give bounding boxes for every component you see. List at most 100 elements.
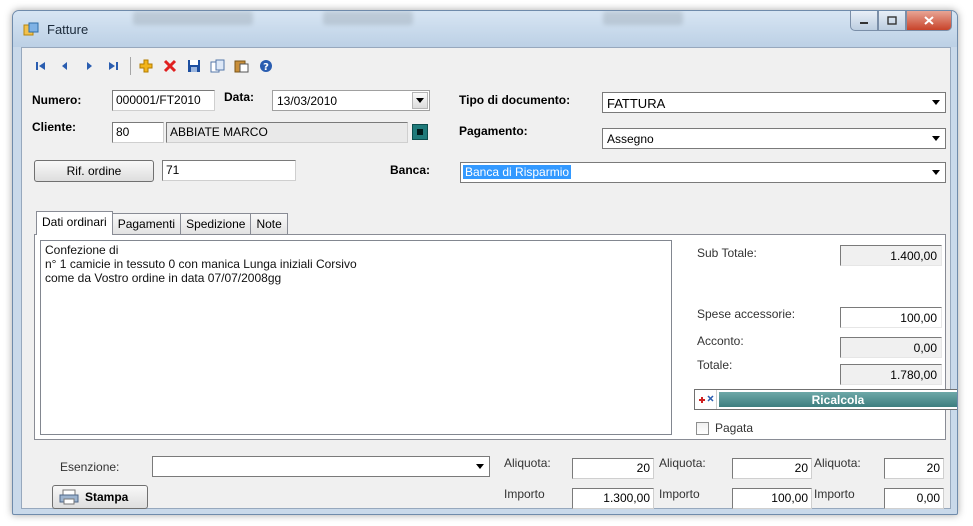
pagamento-value: Assegno (607, 132, 654, 146)
data-picker[interactable]: 13/03/2010 (272, 90, 430, 111)
memo-line: n° 1 camicie in tessuto 0 con manica Lun… (45, 257, 357, 271)
subtotale-label: Sub Totale: (697, 246, 757, 260)
help-icon: ? (260, 60, 272, 73)
next-record-icon (87, 62, 92, 70)
window-title: Fatture (47, 22, 89, 37)
ricalcola-button[interactable]: Ricalcola (694, 389, 957, 410)
rif-ordine-field[interactable]: 71 (162, 160, 296, 181)
form-body: ? Numero: 000001/FT2010 Data: 13/03/2010… (21, 47, 957, 509)
importo-field-2[interactable]: 100,00 (732, 488, 812, 509)
paste-button[interactable] (231, 55, 253, 77)
pagata-checkbox[interactable] (696, 422, 709, 435)
esenzione-label: Esenzione: (60, 460, 120, 474)
close-icon (924, 16, 934, 25)
memo-line: come da Vostro ordine in data 07/07/2008… (45, 271, 282, 285)
blurred-background-strip (133, 11, 253, 25)
totale-label: Totale: (697, 358, 733, 372)
cliente-name-field: ABBIATE MARCO (166, 122, 408, 143)
banca-select[interactable]: Banca di Risparmio (460, 162, 946, 183)
copy-icon (210, 59, 225, 73)
acconto-field: 0,00 (840, 337, 942, 358)
data-label: Data: (224, 90, 255, 104)
stampa-button[interactable]: Stampa (52, 485, 148, 509)
tab-note[interactable]: Note (250, 213, 288, 234)
ricalcola-label: Ricalcola (719, 392, 957, 407)
recalculate-icon (695, 390, 717, 409)
pagata-label: Pagata (715, 421, 754, 435)
prev-record-icon (62, 62, 67, 70)
save-button[interactable] (183, 55, 205, 77)
banca-value: Banca di Risparmio (463, 165, 572, 179)
next-record-button[interactable] (78, 55, 100, 77)
description-memo[interactable]: Confezione di n° 1 camicie in tessuto 0 … (40, 240, 672, 435)
tab-dati-ordinari[interactable]: Dati ordinari (36, 211, 113, 235)
toolbar-separator (130, 57, 131, 75)
aliquota-label-3: Aliquota: (814, 456, 861, 470)
minimize-button[interactable] (850, 11, 878, 31)
last-record-button[interactable] (102, 55, 124, 77)
stampa-label: Stampa (85, 490, 129, 504)
cliente-code-field[interactable]: 80 (112, 122, 164, 143)
importo-field-3[interactable]: 0,00 (884, 488, 944, 509)
aliquota-label-1: Aliquota: (504, 456, 551, 470)
lookup-icon (417, 129, 423, 135)
delete-record-button[interactable] (159, 55, 181, 77)
aliquota-field-1[interactable]: 20 (572, 458, 654, 479)
paste-icon (234, 60, 249, 73)
delete-record-icon (163, 59, 177, 73)
first-record-icon (36, 62, 45, 70)
tab-pagamenti[interactable]: Pagamenti (111, 213, 182, 234)
cliente-label: Cliente: (32, 120, 77, 134)
add-record-button[interactable] (135, 55, 157, 77)
importo-label-2: Importo (659, 487, 700, 501)
esenzione-select[interactable] (152, 456, 490, 477)
acconto-label: Acconto: (697, 334, 744, 348)
tab-strip: Dati ordinari Pagamenti Spedizione Note (36, 211, 288, 235)
title-bar[interactable]: Fatture (13, 11, 957, 47)
blurred-background-strip (603, 11, 683, 25)
svg-text:?: ? (263, 62, 269, 73)
save-icon (188, 60, 200, 72)
importo-label-1: Importo (504, 487, 545, 501)
tipo-documento-value: FATTURA (607, 96, 666, 111)
navigation-toolbar: ? (30, 52, 279, 80)
maximize-button[interactable] (878, 11, 906, 31)
tipo-documento-label: Tipo di documento: (459, 93, 571, 107)
chevron-down-icon[interactable] (412, 92, 428, 109)
pagamento-label: Pagamento: (459, 124, 528, 138)
chevron-down-icon[interactable] (928, 130, 944, 147)
last-record-icon (109, 62, 118, 70)
cliente-lookup-button[interactable] (412, 124, 428, 140)
add-record-icon (139, 59, 153, 73)
aliquota-field-2[interactable]: 20 (732, 458, 812, 479)
prev-record-button[interactable] (54, 55, 76, 77)
first-record-button[interactable] (30, 55, 52, 77)
totale-field: 1.780,00 (840, 364, 942, 385)
maximize-icon (887, 16, 897, 25)
subtotale-field: 1.400,00 (840, 245, 942, 266)
aliquota-label-2: Aliquota: (659, 456, 706, 470)
close-button[interactable] (906, 11, 952, 31)
chevron-down-icon[interactable] (928, 164, 944, 181)
memo-line: Confezione di (45, 243, 119, 257)
tab-spedizione[interactable]: Spedizione (180, 213, 252, 234)
tipo-documento-select[interactable]: FATTURA (602, 92, 946, 113)
importo-field-1[interactable]: 1.300,00 (572, 488, 654, 509)
data-value: 13/03/2010 (277, 94, 338, 108)
numero-field[interactable]: 000001/FT2010 (112, 90, 215, 111)
numero-label: Numero: (32, 93, 82, 107)
chevron-down-icon[interactable] (472, 458, 488, 475)
minimize-icon (860, 21, 868, 24)
help-button[interactable]: ? (255, 55, 277, 77)
spese-accessorie-field[interactable]: 100,00 (840, 307, 942, 328)
aliquota-field-3[interactable]: 20 (884, 458, 944, 479)
copy-button[interactable] (207, 55, 229, 77)
app-icon (23, 22, 39, 36)
blurred-background-strip (323, 11, 413, 25)
fatture-window: Fatture ? Numero: 000001/FT2010 Data: 13… (12, 10, 958, 515)
importo-label-3: Importo (814, 487, 855, 501)
pagamento-select[interactable]: Assegno (602, 128, 946, 149)
chevron-down-icon[interactable] (928, 94, 944, 111)
rif-ordine-button[interactable]: Rif. ordine (34, 160, 154, 182)
printer-icon (59, 489, 79, 505)
